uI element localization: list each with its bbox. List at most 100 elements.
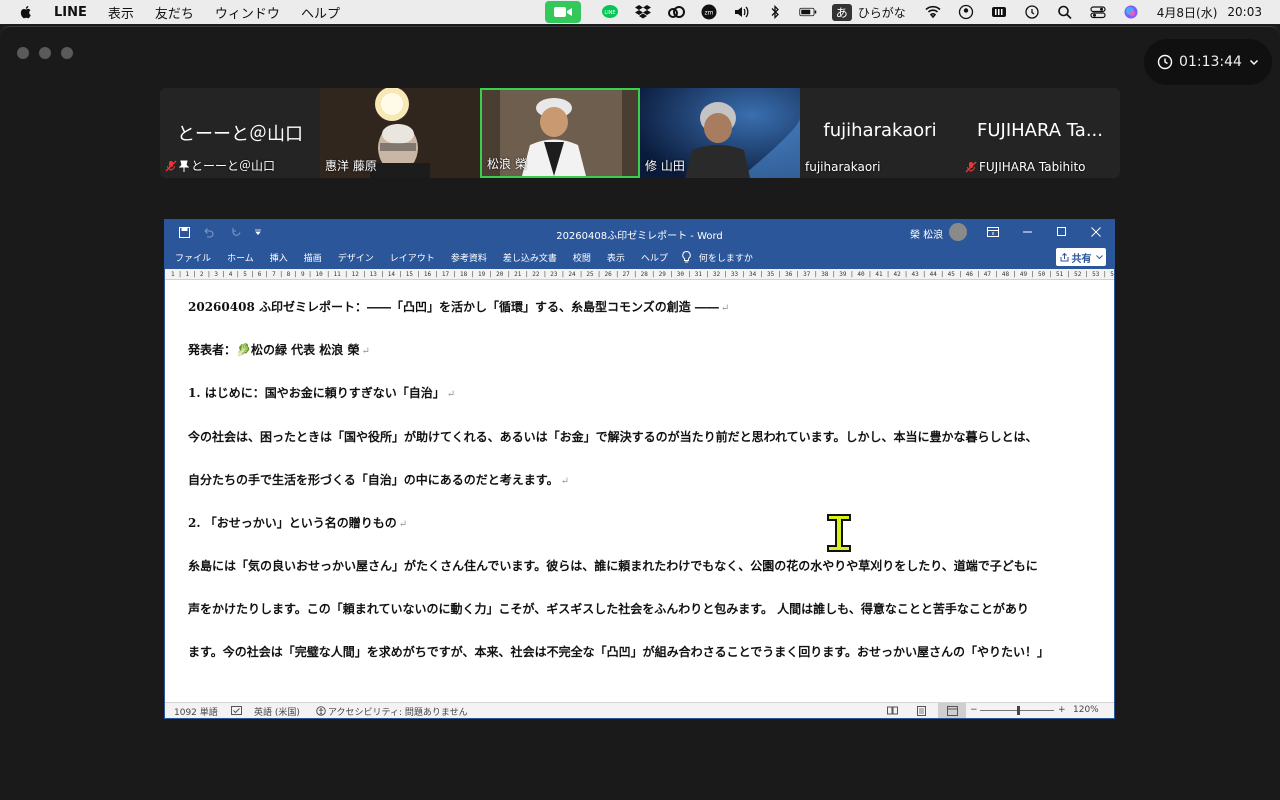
ime-hiragana-icon[interactable]: あ [831,3,852,21]
tab-home[interactable]: ホーム [227,251,254,264]
siri-icon[interactable] [1122,4,1140,20]
horizontal-ruler[interactable]: 1 | 1 | 2 | 3 | 4 | 5 | 6 | 7 | 8 | 9 | … [165,269,1114,280]
participant-name: 惠洋 藤原 [325,159,377,173]
accessibility-icon [316,706,326,716]
participant-display-name: とーーと＠山口 [177,124,303,145]
tab-view[interactable]: 表示 [607,251,625,264]
participant-tile[interactable]: 修 山田 [640,88,800,178]
ribbon-display-options-icon[interactable] [987,227,999,237]
proofing-icon[interactable] [231,706,242,715]
menu-help[interactable]: ヘルプ [301,3,340,22]
battery-icon[interactable] [799,4,817,20]
participant-tile[interactable]: 惠洋 藤原 [320,88,480,178]
mic-muted-icon [965,161,977,173]
menubar-time[interactable]: 20:03 [1227,5,1262,19]
signed-in-user[interactable]: 榮 松浪 [910,226,943,241]
participant-tile[interactable]: FUJIHARA Ta... FUJIHARA Tabihito [960,88,1120,178]
tab-help[interactable]: ヘルプ [641,251,668,264]
word-count[interactable]: 1092 単語 [174,705,218,718]
tab-layout[interactable]: レイアウト [390,251,435,264]
menu-window[interactable]: ウィンドウ [215,3,280,22]
doc-line-title: 20260408 ふ印ゼミレポート：――「凸凹」を活かし「循環」する、糸島型コモ… [188,300,730,314]
tab-mailings[interactable]: 差し込み文書 [503,251,557,264]
zoom-in-button[interactable]: + [1058,705,1066,715]
shared-word-window: 20260408ふ印ゼミレポート - Word 榮 松浪 ファイル ホーム 挿入… [164,219,1115,719]
participant-display-name: FUJIHARA Ta... [976,120,1104,141]
user-account-icon[interactable] [957,4,975,20]
tab-insert[interactable]: 挿入 [270,251,288,264]
apple-icon[interactable] [18,4,34,20]
document-body[interactable]: 20260408 ふ印ゼミレポート：――「凸凹」を活かし「循環」する、糸島型コモ… [165,281,1114,705]
time-machine-icon[interactable] [1023,4,1041,20]
participant-tile-active-speaker[interactable]: 松浪 榮 [480,88,640,178]
participant-tile[interactable]: fujiharakaori fujiharakaori [800,88,960,178]
user-avatar[interactable] [949,223,967,241]
menu-friends[interactable]: 友だち [155,3,194,22]
doc-line-heading-1: 1. はじめに：国やお金に頼りすぎない「自治」 ↵ [188,386,456,400]
window-close-button[interactable] [17,47,29,59]
participant-label: とーーと＠山口 [165,157,275,174]
share-button[interactable]: 共有 [1056,248,1106,266]
language-indicator[interactable]: 英語 (米国) [254,705,300,718]
creative-cloud-icon[interactable] [667,4,685,20]
tab-review[interactable]: 校閲 [573,251,591,264]
lightbulb-icon [682,251,691,263]
participant-name: 松浪 榮 [487,157,527,171]
tab-design[interactable]: デザイン [338,251,374,264]
document-title: 20260408ふ印ゼミレポート - Word [556,231,723,242]
word-title-bar: 20260408ふ印ゼミレポート - Word 榮 松浪 [165,220,1114,245]
tab-references[interactable]: 参考資料 [451,251,487,264]
memory-icon[interactable] [990,4,1008,20]
share-label: 共有 [1071,253,1092,265]
meeting-timer[interactable]: 01:13:44 [1144,39,1272,85]
doc-line-paragraph: 今の社会は、困ったときは「国や役所」が助けてくれる、あるいは「お金」で解決するの… [188,430,1038,444]
control-center-icon[interactable] [1089,4,1107,20]
zoom-level[interactable]: 120% [1073,705,1099,715]
bluetooth-icon[interactable] [766,4,784,20]
read-mode-icon[interactable] [887,706,898,715]
accessibility-status[interactable]: アクセシビリティ: 問題ありません [328,705,468,718]
mic-muted-icon [165,160,177,171]
close-icon[interactable] [1091,227,1101,237]
line-icon[interactable]: LINE [601,4,619,20]
window-zoom-button[interactable] [61,47,73,59]
participant-label: 松浪 榮 [487,155,527,172]
menubar-date[interactable]: 4月8日(水) [1157,4,1218,21]
chevron-down-icon [1095,254,1103,259]
participant-label: fujiharakaori [805,160,880,174]
dropbox-icon[interactable] [634,4,652,20]
doc-line-paragraph: 自分たちの手で生活を形づくる「自治」の中にあるのだと考えます。 ↵ [188,473,569,487]
participant-label: 惠洋 藤原 [325,157,377,174]
maximize-icon[interactable] [1057,227,1066,236]
spotlight-search-icon[interactable] [1056,4,1074,20]
zoom-out-button[interactable]: − [970,705,978,715]
tell-me-search[interactable]: 何をしますか [699,251,753,264]
doc-line-presenter: 発表者：🥬松の緑 代表 松浪 榮 ↵ [188,343,370,357]
wifi-icon[interactable] [924,4,942,20]
participant-name: FUJIHARA Tabihito [979,160,1086,174]
svg-text:LINE: LINE [604,10,615,16]
volume-icon[interactable] [733,4,751,20]
svg-text:zm: zm [704,10,713,17]
facetime-video-icon[interactable] [544,1,581,23]
word-status-bar: 1092 単語 英語 (米国) アクセシビリティ: 問題ありません − + 12… [165,702,1114,718]
window-minimize-button[interactable] [39,47,51,59]
web-layout-icon [947,706,958,716]
zoom-slider-thumb[interactable] [1017,706,1020,715]
timer-text: 01:13:44 [1179,54,1242,70]
doc-line-paragraph: 声をかけたりします。この「頼まれていないのに動く力」こそが、ギスギスした社会をふ… [188,602,1029,616]
menu-app-line[interactable]: LINE [54,5,87,20]
participant-label: 修 山田 [645,157,685,174]
participant-display-name: fujiharakaori [823,120,937,141]
participant-tile[interactable]: とーーと＠山口 とーーと＠山口 [160,88,320,178]
minimize-icon[interactable] [1023,231,1032,233]
tab-file[interactable]: ファイル [175,251,211,264]
participants-strip: とーーと＠山口 とーーと＠山口 惠洋 藤原 松浪 榮 修 山田 fujihara… [160,88,1120,178]
ime-label[interactable]: ひらがな [858,4,906,21]
doc-line-heading-2: 2. 「おせっかい」という名の贈りもの ↵ [188,516,408,530]
zoom-icon[interactable]: zm [700,4,718,20]
tab-draw[interactable]: 描画 [304,251,322,264]
ribbon-tabs: ファイル ホーム 挿入 描画 デザイン レイアウト 参考資料 差し込み文書 校閲… [165,245,1114,269]
menu-view[interactable]: 表示 [108,3,134,22]
print-layout-icon[interactable] [917,706,926,716]
